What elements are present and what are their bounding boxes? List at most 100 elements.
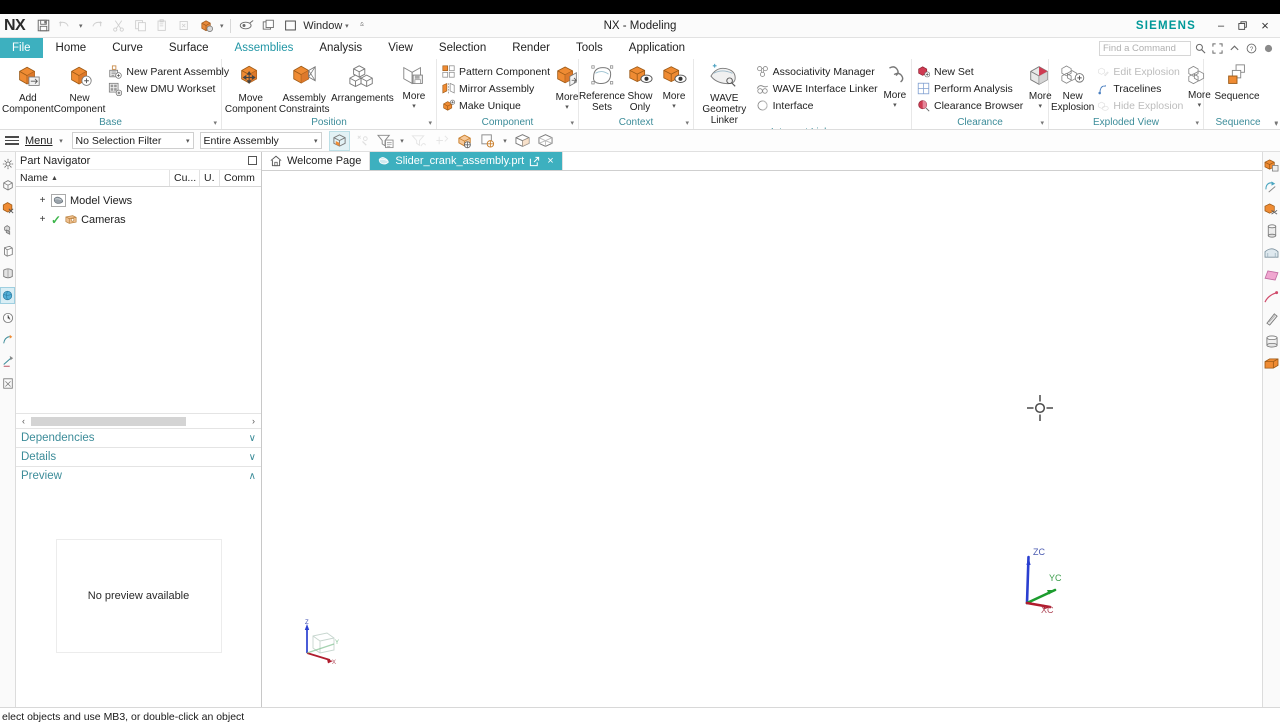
mirror-assembly-button[interactable]: Mirror Assembly <box>439 80 553 97</box>
history-palette-icon[interactable] <box>0 265 15 282</box>
context-more-caret[interactable]: ▾ <box>672 103 676 110</box>
help-icon[interactable]: ? <box>1244 41 1259 56</box>
component-more-caret[interactable]: ▾ <box>565 104 569 111</box>
web-browser-icon[interactable] <box>0 243 15 260</box>
undo-dropdown-caret[interactable]: ▾ <box>76 22 85 30</box>
position-group-dialog-launcher[interactable]: ▾ <box>428 117 432 129</box>
base-group-dialog-launcher[interactable]: ▾ <box>213 117 217 129</box>
assembly-navigator-icon[interactable] <box>0 155 15 172</box>
sketch-tools-icon[interactable] <box>0 331 15 348</box>
pattern-component-button[interactable]: Pattern Component <box>439 63 553 80</box>
position-more-caret[interactable]: ▾ <box>412 103 416 110</box>
orientation-triad[interactable]: Z X Y <box>296 619 344 667</box>
wave-geometry-linker-button[interactable]: WAVE Geometry Linker <box>696 60 753 126</box>
menu-button[interactable]: Menu <box>25 135 53 147</box>
make-unique-button[interactable]: Make Unique <box>439 97 553 114</box>
component-group-dialog-launcher[interactable]: ▾ <box>570 117 574 129</box>
assembly-constraints-button[interactable]: Assembly Constraints <box>277 60 330 115</box>
copy-icon[interactable] <box>130 16 150 36</box>
paste-icon[interactable] <box>152 16 172 36</box>
doc-tab-slider-crank-assembly[interactable]: Slider_crank_assembly.prt × <box>370 152 563 170</box>
wcs-origin-icon[interactable] <box>455 131 476 151</box>
navigator-horizontal-scrollbar[interactable]: ‹ › <box>16 413 261 428</box>
view-link-icon[interactable] <box>236 16 256 36</box>
cylinder-rail-icon[interactable] <box>1264 223 1280 239</box>
tab-selection[interactable]: Selection <box>426 38 499 58</box>
interpart-more-caret[interactable]: ▾ <box>893 102 897 109</box>
sequence-button[interactable]: Sequence <box>1206 60 1268 102</box>
pin-panel-button[interactable] <box>248 156 257 165</box>
scope-combo[interactable]: Entire Assembly ▾ <box>199 132 322 149</box>
component-more-button[interactable]: More ▾ <box>553 60 581 111</box>
filter-list-caret[interactable]: ▾ <box>398 137 407 145</box>
sketch-plane-rail-icon[interactable] <box>1264 267 1280 283</box>
doc-tab-welcome-page[interactable]: Welcome Page <box>262 152 371 170</box>
move-selection-icon[interactable] <box>432 131 453 151</box>
tab-surface[interactable]: Surface <box>156 38 222 58</box>
interpart-more-button[interactable]: More ▾ <box>881 60 909 109</box>
scroll-right-arrow[interactable]: › <box>248 416 259 426</box>
new-set-button[interactable]: New Set <box>914 63 1026 80</box>
graphics-viewport[interactable]: ZC YC XC Z X Y <box>262 171 1262 707</box>
new-explosion-button[interactable]: New Explosion <box>1051 60 1094 113</box>
tab-view[interactable]: View <box>375 38 426 58</box>
snap-point-icon[interactable] <box>352 131 373 151</box>
window-icon[interactable] <box>280 16 300 36</box>
extrude-rail-icon[interactable] <box>1264 245 1280 261</box>
context-more-button[interactable]: More ▾ <box>657 60 691 110</box>
column-header-comm[interactable]: Comm <box>219 170 261 186</box>
tab-tools[interactable]: Tools <box>563 38 616 58</box>
qat-overflow-caret[interactable]: ⩯ <box>357 22 366 30</box>
reference-sets-button[interactable]: Reference Sets <box>579 60 625 113</box>
measure-tools-icon[interactable] <box>0 353 15 370</box>
scroll-thumb[interactable] <box>31 416 186 426</box>
filter-list-icon[interactable] <box>375 131 396 151</box>
move-component-button[interactable]: Move Component <box>224 60 277 115</box>
solid-body-icon[interactable] <box>512 131 533 151</box>
customize-rail-icon[interactable] <box>0 375 15 392</box>
search-icon[interactable] <box>1193 41 1208 56</box>
delete-icon[interactable] <box>174 16 194 36</box>
window-dropdown-caret[interactable]: ▾ <box>342 22 351 30</box>
history-icon[interactable] <box>0 309 15 326</box>
scroll-track[interactable] <box>31 416 246 426</box>
scope-caret[interactable]: ▾ <box>314 137 318 145</box>
associativity-manager-button[interactable]: Associativity Manager <box>753 63 881 80</box>
clearance-browser-button[interactable]: Clearance Browser <box>914 97 1026 114</box>
new-component-button[interactable]: New Component <box>54 60 105 115</box>
expand-model-views-icon[interactable]: + <box>38 196 47 206</box>
column-header-name[interactable]: Name ▲ <box>16 170 169 186</box>
cascade-windows-icon[interactable] <box>258 16 278 36</box>
shell-body-icon[interactable] <box>535 131 556 151</box>
section-details-chevron-icon[interactable]: ∨ <box>249 452 256 463</box>
assembly-constraints-rail-icon[interactable] <box>1264 179 1280 195</box>
context-group-dialog-launcher[interactable]: ▾ <box>685 117 689 129</box>
wave-interface-linker-button[interactable]: WAVE Interface Linker <box>753 80 881 97</box>
tab-curve[interactable]: Curve <box>99 38 156 58</box>
tab-analysis[interactable]: Analysis <box>306 38 375 58</box>
sketch-curve-rail-icon[interactable] <box>1264 289 1280 305</box>
arrangements-button[interactable]: Arrangements <box>331 60 394 104</box>
edit-explosion-button[interactable]: Edit Explosion <box>1094 63 1186 80</box>
assembly-cube-icon[interactable] <box>196 16 216 36</box>
tree-item-model-views[interactable]: + Model Views <box>16 191 261 210</box>
exploded-group-dialog-launcher[interactable]: ▾ <box>1195 117 1199 129</box>
cameras-check-icon[interactable]: ✓ <box>51 214 61 226</box>
section-preview-chevron-icon[interactable]: ∧ <box>249 471 256 482</box>
filter-curve-icon[interactable] <box>409 131 430 151</box>
find-command-input[interactable]: Find a Command <box>1099 40 1191 56</box>
redo-icon[interactable] <box>86 16 106 36</box>
tab-file[interactable]: File <box>0 38 43 58</box>
ribbon-overflow-caret[interactable]: ▾ <box>1274 120 1278 128</box>
section-details[interactable]: Details ∨ <box>16 447 261 466</box>
add-component-button[interactable]: Add Component <box>2 60 54 115</box>
tab-application[interactable]: Application <box>616 38 698 58</box>
exploded-more-caret[interactable]: ▾ <box>1198 102 1202 109</box>
cylinder-body-rail-icon[interactable] <box>1264 333 1280 349</box>
clearance-more-caret[interactable]: ▾ <box>1039 103 1043 110</box>
selection-filter-caret[interactable]: ▾ <box>186 137 190 145</box>
reuse-library-icon[interactable] <box>0 199 15 216</box>
select-component-icon[interactable] <box>328 130 350 151</box>
selection-filter-combo[interactable]: No Selection Filter ▾ <box>71 132 194 149</box>
tracelines-button[interactable]: Tracelines <box>1094 80 1186 97</box>
